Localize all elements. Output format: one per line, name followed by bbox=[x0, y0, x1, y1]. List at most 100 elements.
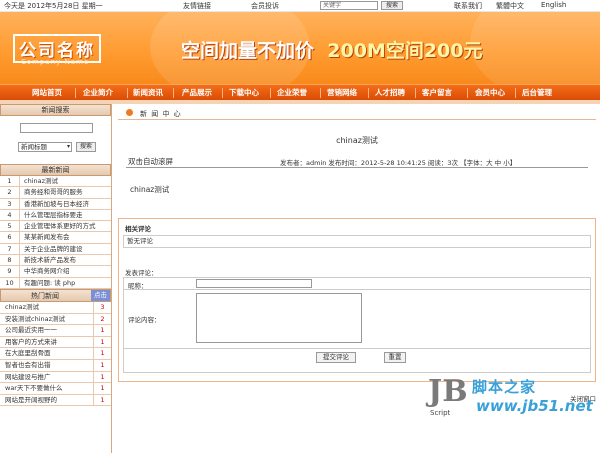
top-search-input[interactable]: 关键字 bbox=[320, 1, 378, 10]
article-body: chinaz测试 bbox=[130, 185, 170, 194]
nav-separator bbox=[173, 88, 174, 98]
reset-button[interactable]: 重置 bbox=[384, 352, 406, 363]
nav-admin[interactable]: 后台管理 bbox=[522, 87, 552, 98]
date-text: 今天是 2012年5月28日 星期一 bbox=[4, 2, 103, 10]
submit-comment-button[interactable]: 提交评论 bbox=[316, 352, 356, 363]
nav-products[interactable]: 产品展示 bbox=[182, 87, 212, 98]
latest-news-item[interactable]: 4 什么管理层指标要走 bbox=[0, 209, 111, 222]
item-title[interactable]: 有趣问题: 读 php bbox=[24, 278, 75, 288]
item-title[interactable]: war天下不要做什么 bbox=[5, 383, 62, 393]
nav-separator bbox=[127, 88, 128, 98]
nav-guestbook[interactable]: 客户留言 bbox=[422, 87, 452, 98]
news-search-panel: 新闻标题 搜索 bbox=[0, 116, 111, 164]
item-number: 2 bbox=[0, 187, 20, 198]
hot-news-item[interactable]: 安装测试chinaz测试 2 bbox=[0, 313, 111, 326]
slogan-b: 200M空间200元 bbox=[327, 40, 483, 62]
item-title[interactable]: chinaz测试 bbox=[5, 302, 39, 312]
item-title[interactable]: 中华商务网介绍 bbox=[24, 266, 70, 276]
nav-about[interactable]: 企业简介 bbox=[83, 87, 113, 98]
watermark-url: www.jb51.net bbox=[476, 397, 593, 415]
item-title[interactable]: 在大庭里刮骨面 bbox=[5, 348, 51, 358]
latest-news-item[interactable]: 2 商务经和哥哥的服务 bbox=[0, 187, 111, 199]
hot-news-item[interactable]: 智者也会有出错 1 bbox=[0, 359, 111, 372]
nav-news[interactable]: 新闻资讯 bbox=[133, 87, 163, 98]
name-label: 昵称： bbox=[128, 282, 148, 290]
hot-news-item[interactable]: 用客户的方式来讲 1 bbox=[0, 336, 111, 349]
item-title[interactable]: chinaz测试 bbox=[24, 176, 58, 186]
comment-textarea[interactable] bbox=[196, 293, 362, 343]
item-title[interactable]: 网站建设与推广 bbox=[5, 372, 51, 382]
latest-news-item[interactable]: 3 香港新加坡与日本经济 bbox=[0, 198, 111, 210]
news-search-input[interactable] bbox=[20, 123, 93, 133]
latest-news-item[interactable]: 9 中华商务网介绍 bbox=[0, 266, 111, 278]
hot-news-item[interactable]: 网站是开阔视野的 1 bbox=[0, 394, 111, 407]
click-count: 1 bbox=[93, 325, 111, 336]
hot-news-item[interactable]: war天下不要做什么 1 bbox=[0, 383, 111, 395]
item-title[interactable]: 智者也会有出错 bbox=[5, 360, 51, 370]
form-divider bbox=[124, 348, 590, 349]
auto-scroll-hint: 双击自动滚屏 bbox=[128, 157, 173, 166]
latest-news-item[interactable]: 1 chinaz测试 bbox=[0, 176, 111, 188]
hot-news-title: 热门新闻 bbox=[31, 291, 59, 300]
section-header: 新 闻 中 心 bbox=[118, 106, 596, 120]
banner-decoration bbox=[470, 12, 600, 84]
latest-news-item[interactable]: 6 某某新闻发布会 bbox=[0, 232, 111, 244]
item-number: 9 bbox=[0, 266, 20, 277]
nav-member[interactable]: 会员中心 bbox=[475, 87, 505, 98]
hot-news-item[interactable]: chinaz测试 3 bbox=[0, 301, 111, 314]
top-search-button[interactable]: 搜索 bbox=[381, 1, 403, 10]
latest-news-item[interactable]: 5 企业管理体系更好的方式 bbox=[0, 221, 111, 233]
item-title[interactable]: 安装测试chinaz测试 bbox=[5, 314, 65, 324]
hot-news-item[interactable]: 在大庭里刮骨面 1 bbox=[0, 348, 111, 360]
hot-news-item[interactable]: 公司最近实用一一 1 bbox=[0, 325, 111, 337]
latest-news-list: 1 chinaz测试 2 商务经和哥哥的服务 3 香港新加坡与日本经济 4 什么管理层指标要走… bbox=[0, 176, 111, 289]
item-title[interactable]: 公司最近实用一一 bbox=[5, 325, 57, 335]
section-title: 新 闻 中 心 bbox=[140, 110, 182, 118]
item-title[interactable]: 用客户的方式来讲 bbox=[5, 337, 57, 347]
nav-separator bbox=[368, 88, 369, 98]
nav-jobs[interactable]: 人才招聘 bbox=[375, 87, 405, 98]
banner-slogan: 空间加量不加价 200M空间200元 bbox=[181, 36, 482, 63]
left-sidebar: 新闻搜索 新闻标题 搜索 最新新闻 1 chinaz测试 2 商务经和哥哥的服务 3 香港… bbox=[0, 104, 112, 453]
item-number: 1 bbox=[0, 176, 20, 187]
content-label: 评论内容： bbox=[128, 316, 161, 324]
nav-honor[interactable]: 企业荣誉 bbox=[277, 87, 307, 98]
click-count: 1 bbox=[93, 348, 111, 359]
nav-home[interactable]: 网站首页 bbox=[32, 87, 62, 98]
item-title[interactable]: 什么管理层指标要走 bbox=[24, 210, 83, 220]
main-nav: 网站首页 企业简介 新闻资讯 产品展示 下载中心 企业荣誉 营销网络 人才招聘 … bbox=[0, 84, 600, 100]
nav-separator bbox=[415, 88, 416, 98]
item-number: 6 bbox=[0, 232, 20, 243]
friend-links-link[interactable]: 友情链接 bbox=[183, 1, 211, 11]
item-title[interactable]: 企业管理体系更好的方式 bbox=[24, 221, 96, 231]
bullet-icon bbox=[126, 109, 133, 116]
item-number: 3 bbox=[0, 198, 20, 209]
nav-download[interactable]: 下载中心 bbox=[229, 87, 259, 98]
item-title[interactable]: 商务经和哥哥的服务 bbox=[24, 187, 83, 197]
nav-network[interactable]: 营销网络 bbox=[327, 87, 357, 98]
click-count: 1 bbox=[93, 359, 111, 371]
latest-news-item[interactable]: 8 新技术新产品发布 bbox=[0, 255, 111, 267]
item-title[interactable]: 网站是开阔视野的 bbox=[5, 395, 57, 405]
comments-title: 相关评论 bbox=[125, 225, 151, 233]
item-title[interactable]: 香港新加坡与日本经济 bbox=[24, 199, 89, 209]
search-field-select[interactable]: 新闻标题 bbox=[18, 142, 72, 152]
english-link[interactable]: English bbox=[541, 1, 566, 9]
nickname-input[interactable] bbox=[196, 279, 312, 288]
news-search-button[interactable]: 搜索 bbox=[76, 142, 96, 152]
item-number: 8 bbox=[0, 255, 20, 266]
latest-news-item[interactable]: 7 关于企业品牌的建设 bbox=[0, 243, 111, 256]
click-count: 3 bbox=[93, 301, 111, 313]
item-title[interactable]: 某某新闻发布会 bbox=[24, 232, 70, 242]
latest-news-item[interactable]: 10 有趣问题: 读 php bbox=[0, 277, 111, 289]
click-count: 1 bbox=[93, 371, 111, 383]
item-number: 5 bbox=[0, 221, 20, 232]
contact-link[interactable]: 联系我们 bbox=[454, 1, 482, 11]
traditional-link[interactable]: 繁體中文 bbox=[496, 1, 524, 11]
item-title[interactable]: 关于企业品牌的建设 bbox=[24, 244, 83, 254]
member-link[interactable]: 会员投诉 bbox=[251, 1, 279, 11]
company-logo[interactable]: 公司名称 Company Name bbox=[13, 34, 123, 68]
hot-news-item[interactable]: 网站建设与推广 1 bbox=[0, 371, 111, 384]
post-comment-title: 发表评论： bbox=[125, 269, 158, 277]
item-title[interactable]: 新技术新产品发布 bbox=[24, 255, 76, 265]
